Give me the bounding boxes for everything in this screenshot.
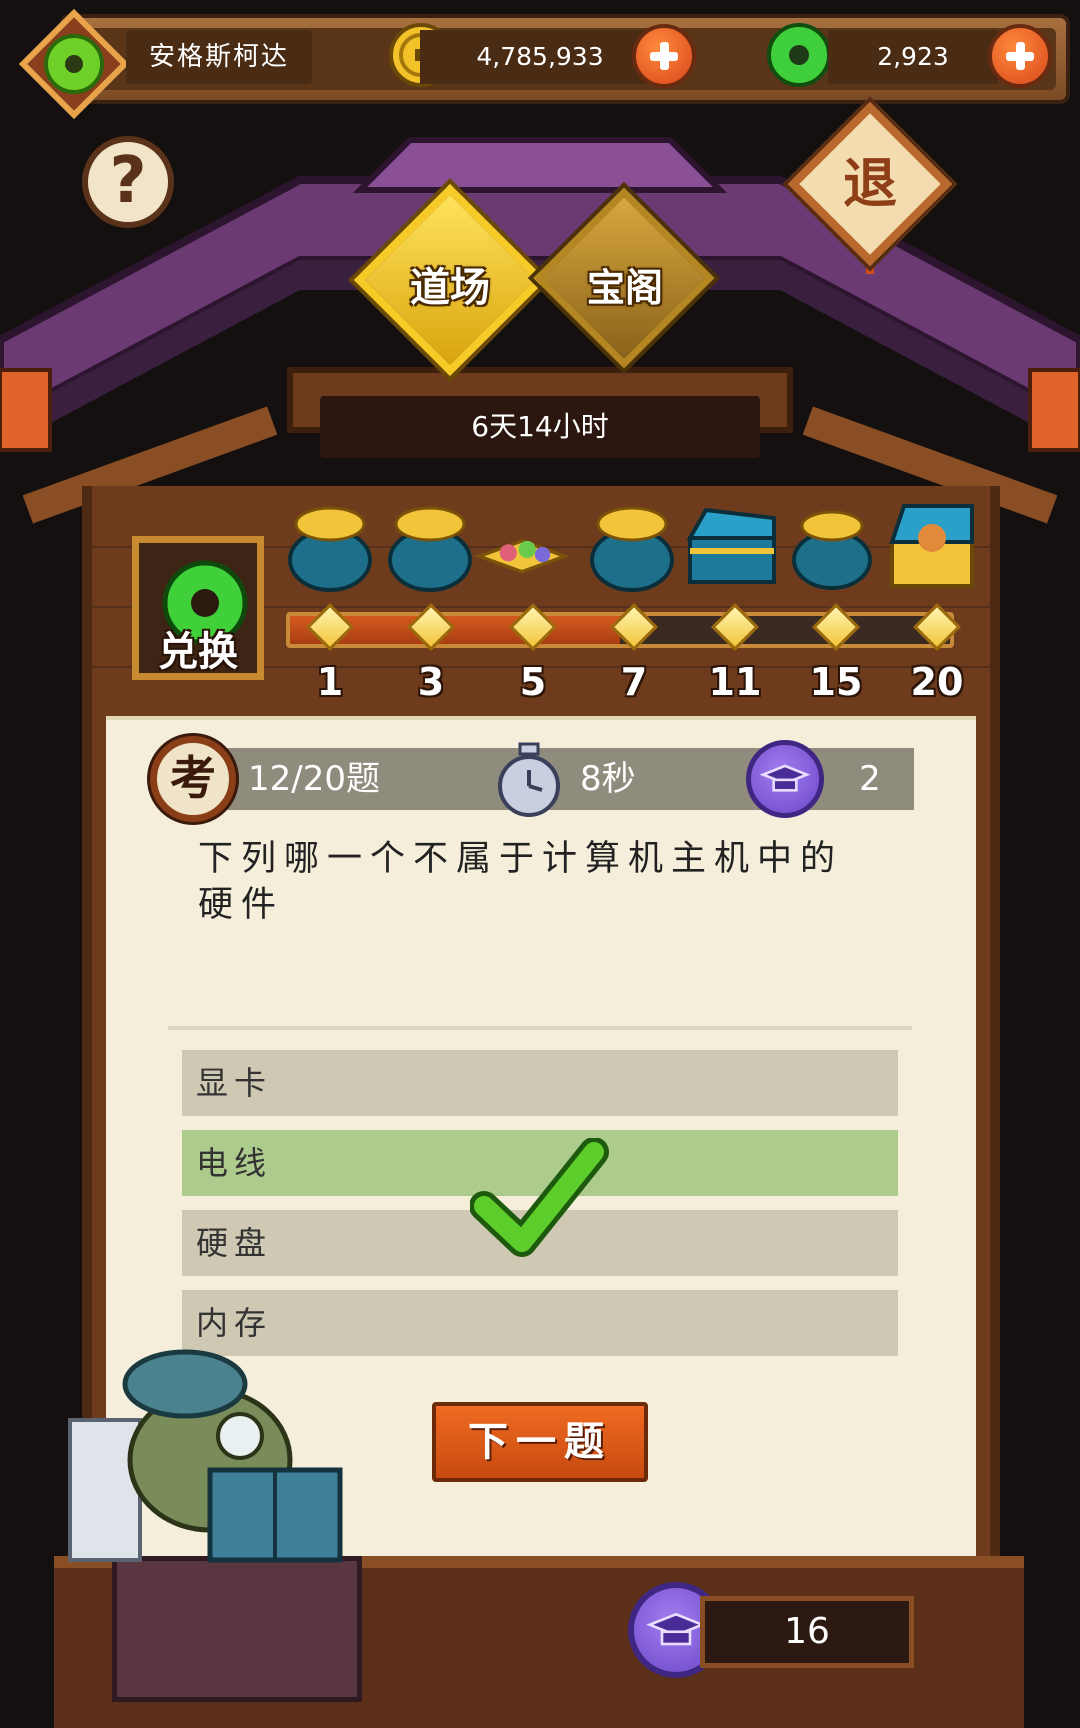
help-button[interactable]: ? [82,136,174,228]
scholar-count: 2 [859,759,881,799]
checkmark-icon [470,1138,609,1257]
milestone-gem-icon [912,602,962,652]
jade-icon [767,23,831,87]
milestone: 5 [503,600,563,704]
jade-amount: 2,923 [828,30,998,84]
blue-chest-icon[interactable] [684,498,780,594]
treasure-chest-icon[interactable] [884,498,980,594]
stopwatch-icon [498,742,560,817]
milestone: 1 [300,600,360,704]
graduation-cap-icon [746,740,824,818]
milestone-gem-icon [508,602,558,652]
player-avatar-icon[interactable] [18,8,130,120]
book-stand [112,1556,362,1702]
milestone: 7 [604,600,664,704]
milestone-label: 11 [708,660,762,704]
milestone-label: 7 [620,660,648,704]
gem-tray-icon[interactable] [474,498,570,594]
exchange-button[interactable]: 兑换 [132,536,264,680]
scholar-mascot-icon [68,1349,343,1563]
tab-treasure-label[interactable]: 宝阁 [530,257,720,312]
coin-bag-icon[interactable] [282,498,378,594]
milestone: 15 [806,600,866,704]
coin-bag-icon[interactable] [784,498,880,594]
next-question-button[interactable]: 下一题 [432,1402,648,1482]
coin-bag-icon[interactable] [382,498,478,594]
exit-label[interactable]: 退 [812,126,928,242]
time-left: 8秒 [580,759,636,799]
coin-bag-icon[interactable] [584,498,680,594]
milestone-label: 15 [809,660,863,704]
question-text: 下列哪一个不属于计算机主机中的硬件 [198,839,844,925]
milestone: 20 [907,600,967,704]
milestone: 3 [401,600,461,704]
milestone-gem-icon [305,602,355,652]
milestone-gem-icon [811,602,861,652]
question-progress: 12/20题 [248,759,380,799]
player-name: 安格斯柯达 [126,30,312,84]
milestone-label: 1 [316,660,344,704]
tab-dojo-label[interactable]: 道场 [355,255,545,313]
milestone-gem-icon [609,602,659,652]
exam-badge: 考 [150,736,236,822]
milestone: 11 [705,600,765,704]
event-timer: 6天14小时 [320,396,760,458]
coins-amount: 4,785,933 [420,30,660,84]
total-scholar-count: 16 [700,1596,914,1668]
milestone-label: 20 [910,660,964,704]
milestone-label: 3 [417,660,445,704]
add-jade-button[interactable] [988,24,1052,88]
answer-option[interactable]: 显卡 [182,1050,898,1116]
add-coins-button[interactable] [632,24,696,88]
milestone-gem-icon [406,602,456,652]
exchange-label[interactable]: 兑换 [139,619,257,677]
milestone-label: 5 [519,660,547,704]
divider [168,1026,912,1030]
milestone-gem-icon [710,602,760,652]
